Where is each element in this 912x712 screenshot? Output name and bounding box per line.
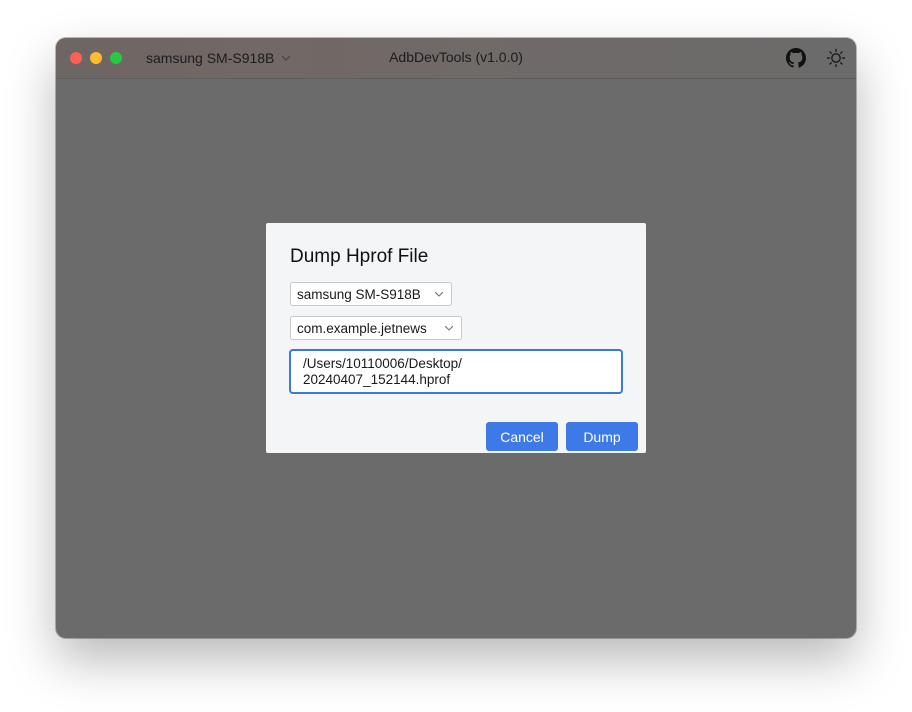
device-select-value: samsung SM-S918B: [297, 286, 421, 302]
theme-toggle-icon[interactable]: [826, 48, 846, 68]
cancel-button[interactable]: Cancel: [486, 422, 558, 451]
app-title: AdbDevTools (v1.0.0): [389, 49, 523, 65]
package-select-value: com.example.jetnews: [297, 320, 427, 336]
output-path-field[interactable]: /Users/10110006/Desktop/ 20240407_152144…: [289, 349, 623, 394]
dump-hprof-dialog: Dump Hprof File samsung SM-S918B com.exa…: [266, 223, 646, 453]
package-select[interactable]: com.example.jetnews: [290, 316, 462, 340]
chevron-down-icon: [434, 291, 444, 297]
title-bar: samsung SM-S918B AdbDevTools (v1.0.0): [56, 38, 856, 79]
chevron-down-icon: [444, 325, 454, 331]
dump-button[interactable]: Dump: [566, 422, 638, 451]
device-select[interactable]: samsung SM-S918B: [290, 282, 452, 306]
dialog-title: Dump Hprof File: [290, 246, 429, 267]
github-icon[interactable]: [786, 48, 806, 68]
